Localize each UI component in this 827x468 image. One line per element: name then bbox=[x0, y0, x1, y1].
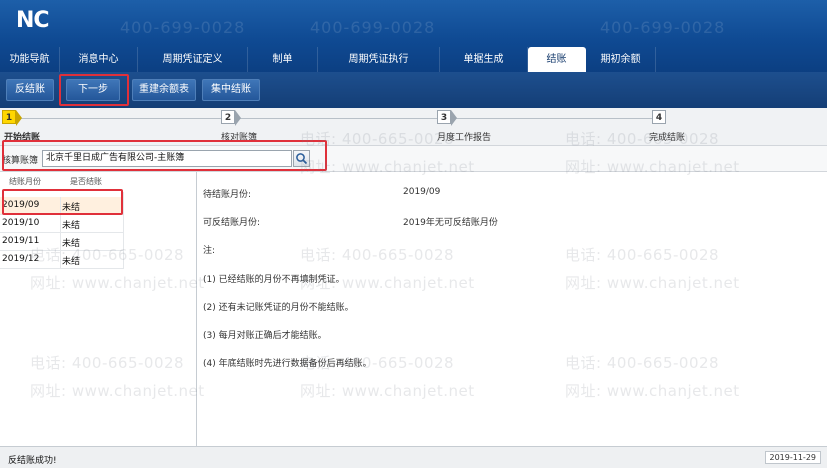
tab-make-voucher[interactable]: 制单 bbox=[248, 47, 318, 72]
highlight-box bbox=[59, 74, 129, 106]
step-3-number: 3 bbox=[437, 110, 451, 124]
watermark-text: 网址: www.chanjet.net bbox=[565, 274, 740, 292]
tab-function-nav[interactable]: 功能导航 bbox=[0, 47, 60, 72]
unclose-button[interactable]: 反结账 bbox=[6, 79, 54, 101]
toolbar: 反结账 下一步 重建余额表 集中结账 bbox=[0, 72, 827, 108]
note-item: (3) 每月对账正确后才能结账。 bbox=[203, 331, 327, 341]
tab-periodic-voucher-def[interactable]: 周期凭证定义 bbox=[138, 47, 248, 72]
step-arrow-icon bbox=[235, 110, 241, 126]
watermark-text: 网址: www.chanjet.net bbox=[300, 158, 475, 176]
app-header: NC 400-699-0028 400-699-0028 400-699-002… bbox=[0, 0, 827, 72]
watermark-text: 电话: 400-665-0028 bbox=[30, 354, 185, 372]
step-connector bbox=[240, 118, 437, 119]
watermark-text: 电话: 400-665-0028 bbox=[300, 130, 455, 148]
highlight-box bbox=[2, 189, 123, 215]
step-1-number: 1 bbox=[2, 110, 16, 124]
status-message: 反结账成功! bbox=[8, 456, 57, 466]
watermark-text: 电话: 400-665-0028 bbox=[565, 130, 720, 148]
note-item: (2) 还有未记账凭证的月份不能结账。 bbox=[203, 303, 354, 313]
status-date: 2019-11-29 bbox=[764, 451, 821, 464]
step-arrow-icon bbox=[451, 110, 457, 126]
watermark-text: 网址: www.chanjet.net bbox=[565, 158, 740, 176]
batch-closing-button[interactable]: 集中结账 bbox=[202, 79, 260, 101]
tab-periodic-voucher-exec[interactable]: 周期凭证执行 bbox=[318, 47, 440, 72]
watermark-text: 电话: 400-665-0028 bbox=[30, 246, 185, 264]
watermark-text: 网址: www.chanjet.net bbox=[300, 382, 475, 400]
watermark-text: 电话: 400-665-0028 bbox=[565, 354, 720, 372]
note-label: 注: bbox=[203, 246, 216, 256]
row-month: 2019/10 bbox=[2, 218, 40, 228]
step-2-number: 2 bbox=[221, 110, 235, 124]
column-header-month: 结账月份 bbox=[9, 177, 41, 186]
status-bar: 反结账成功! 2019-11-29 bbox=[0, 446, 827, 468]
watermark-text: 电话: 400-665-0028 bbox=[565, 246, 720, 264]
step-arrow-icon bbox=[16, 110, 22, 126]
header-watermark: 400-699-0028 bbox=[310, 18, 436, 37]
pending-month-label: 待结账月份: bbox=[203, 190, 252, 200]
nc-logo: NC bbox=[16, 8, 50, 33]
pending-month-value: 2019/09 bbox=[403, 187, 441, 197]
column-header-closed: 是否结账 bbox=[70, 177, 102, 186]
header-watermark: 400-699-0028 bbox=[600, 18, 726, 37]
watermark-text: 网址: www.chanjet.net bbox=[30, 382, 205, 400]
tab-opening-balance[interactable]: 期初余额 bbox=[586, 47, 656, 72]
reversible-month-value: 2019年无可反结账月份 bbox=[403, 218, 498, 228]
tab-bill-generate[interactable]: 单据生成 bbox=[440, 47, 528, 72]
watermark-text: 电话: 400-665-0028 bbox=[300, 246, 455, 264]
step-connector bbox=[16, 118, 221, 119]
watermark-text: 网址: www.chanjet.net bbox=[565, 382, 740, 400]
table-row[interactable]: 2019/10 未结 bbox=[0, 215, 124, 233]
header-watermark: 400-699-0028 bbox=[120, 18, 246, 37]
menu-tabs: 功能导航 消息中心 周期凭证定义 制单 周期凭证执行 单据生成 结账 期初余额 bbox=[0, 47, 827, 72]
step-4-number: 4 bbox=[652, 110, 666, 124]
tab-message-center[interactable]: 消息中心 bbox=[60, 47, 138, 72]
reversible-month-label: 可反结账月份: bbox=[203, 218, 261, 228]
watermark-text: 电话: 400-665-0028 bbox=[300, 354, 455, 372]
step-connector bbox=[456, 118, 652, 119]
highlight-box bbox=[2, 140, 327, 171]
tab-closing[interactable]: 结账 bbox=[528, 47, 586, 72]
rebuild-balance-button[interactable]: 重建余额表 bbox=[132, 79, 196, 101]
row-status: 未结 bbox=[62, 221, 81, 231]
watermark-text: 网址: www.chanjet.net bbox=[30, 274, 205, 292]
watermark-text: 网址: www.chanjet.net bbox=[300, 274, 475, 292]
